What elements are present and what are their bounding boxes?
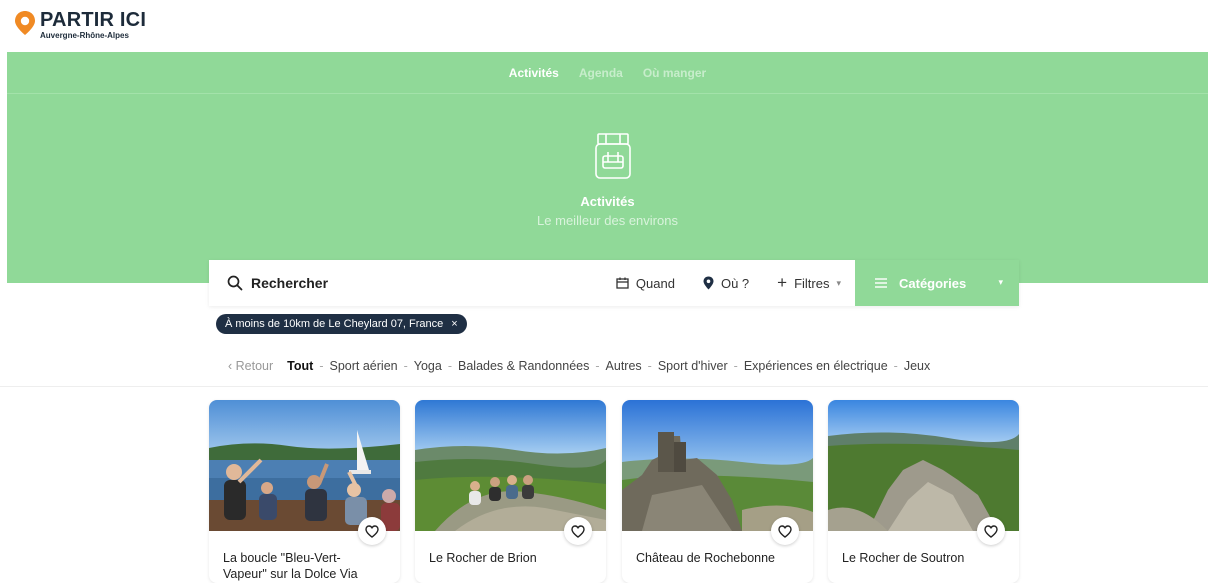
menu-icon xyxy=(875,278,887,288)
location-pin-icon xyxy=(703,276,714,290)
hero-banner: Activités Agenda Où manger Activités Le … xyxy=(7,52,1208,283)
hero-nav: Activités Agenda Où manger xyxy=(7,52,1208,94)
search-bar: Rechercher Quand Où ? + Filtres ▾ Catégo… xyxy=(209,260,1019,306)
category-item-tout[interactable]: Tout xyxy=(287,359,313,373)
brand-subtitle: Auvergne-Rhône-Alpes xyxy=(40,31,129,40)
activity-card[interactable]: Le Rocher de Brion xyxy=(415,400,606,583)
where-label: Où ? xyxy=(720,275,750,291)
back-label: Retour xyxy=(235,359,274,373)
close-icon[interactable]: × xyxy=(451,318,457,330)
category-list: ‹ Retour Tout - Sport aérien - Yoga - Ba… xyxy=(228,357,1020,375)
divider xyxy=(0,386,1208,387)
category-separator: - xyxy=(403,359,408,373)
chevron-down-icon: ▾ xyxy=(998,277,1003,287)
heart-icon xyxy=(365,524,379,538)
card-title[interactable]: Le Rocher de Brion xyxy=(429,550,589,566)
filters-label: Filtres xyxy=(794,275,830,291)
heart-icon xyxy=(984,524,998,538)
activity-card[interactable]: Château de Rochebonne xyxy=(622,400,813,583)
category-separator: - xyxy=(893,359,898,373)
card-title[interactable]: La boucle "Bleu-Vert-Vapeur" sur la Dolc… xyxy=(223,550,383,582)
category-separator: - xyxy=(733,359,738,373)
tab-ou-manger[interactable]: Où manger xyxy=(643,66,706,80)
category-item-jeux[interactable]: Jeux xyxy=(904,359,930,373)
card-title[interactable]: Château de Rochebonne xyxy=(636,550,796,566)
tab-agenda[interactable]: Agenda xyxy=(579,66,623,80)
card-image-rocky-ridge xyxy=(828,400,1019,531)
back-button[interactable]: ‹ Retour xyxy=(228,359,273,373)
when-button[interactable]: Quand xyxy=(616,276,675,291)
favorite-button[interactable] xyxy=(358,517,386,545)
search-icon xyxy=(227,275,243,291)
category-separator: - xyxy=(319,359,324,373)
location-filter-chip[interactable]: À moins de 10km de Le Cheylard 07, Franc… xyxy=(216,314,467,334)
card-image-lake-boat xyxy=(209,400,400,531)
activity-card[interactable]: Le Rocher de Soutron xyxy=(828,400,1019,583)
category-list-fade xyxy=(990,355,1022,377)
tab-activites[interactable]: Activités xyxy=(509,66,559,80)
backpack-icon xyxy=(595,133,631,179)
hero-subtitle: Le meilleur des environs xyxy=(537,213,678,228)
hero-title: Activités xyxy=(580,194,635,209)
filters-button[interactable]: + Filtres ▾ xyxy=(777,273,841,292)
card-image-castle-ruins xyxy=(622,400,813,531)
category-item-sport-aerien[interactable]: Sport aérien xyxy=(330,359,398,373)
search-label: Rechercher xyxy=(251,275,329,291)
location-chip-label: À moins de 10km de Le Cheylard 07, Franc… xyxy=(225,318,444,330)
category-item-sport-hiver[interactable]: Sport d'hiver xyxy=(658,359,728,373)
categories-button[interactable]: Catégories ▾ xyxy=(855,260,1019,306)
category-separator: - xyxy=(595,359,600,373)
card-title[interactable]: Le Rocher de Soutron xyxy=(842,550,1002,566)
heart-icon xyxy=(571,524,585,538)
search-input[interactable]: Rechercher xyxy=(209,275,616,291)
plus-icon: + xyxy=(777,273,788,292)
activity-card[interactable]: La boucle "Bleu-Vert-Vapeur" sur la Dolc… xyxy=(209,400,400,583)
chevron-down-icon: ▾ xyxy=(836,277,841,288)
categories-label: Catégories xyxy=(899,275,967,291)
brand-title: PARTIR ICI xyxy=(40,9,147,31)
where-button[interactable]: Où ? xyxy=(703,276,749,291)
category-separator: - xyxy=(647,359,652,373)
category-separator: - xyxy=(447,359,452,373)
card-image-rock-hikers xyxy=(415,400,606,531)
category-item-yoga[interactable]: Yoga xyxy=(414,359,442,373)
favorite-button[interactable] xyxy=(564,517,592,545)
calendar-icon xyxy=(616,277,629,289)
heart-icon xyxy=(778,524,792,538)
favorite-button[interactable] xyxy=(977,517,1005,545)
brand-logo[interactable]: PARTIR ICI Auvergne-Rhône-Alpes xyxy=(14,10,146,41)
category-item-experiences-electrique[interactable]: Expériences en électrique xyxy=(744,359,888,373)
favorite-button[interactable] xyxy=(771,517,799,545)
top-header: PARTIR ICI Auvergne-Rhône-Alpes xyxy=(0,0,1208,52)
category-item-autres[interactable]: Autres xyxy=(606,359,642,373)
location-pin-logo-icon xyxy=(15,11,35,35)
category-item-balades[interactable]: Balades & Randonnées xyxy=(458,359,589,373)
when-label: Quand xyxy=(635,275,675,291)
